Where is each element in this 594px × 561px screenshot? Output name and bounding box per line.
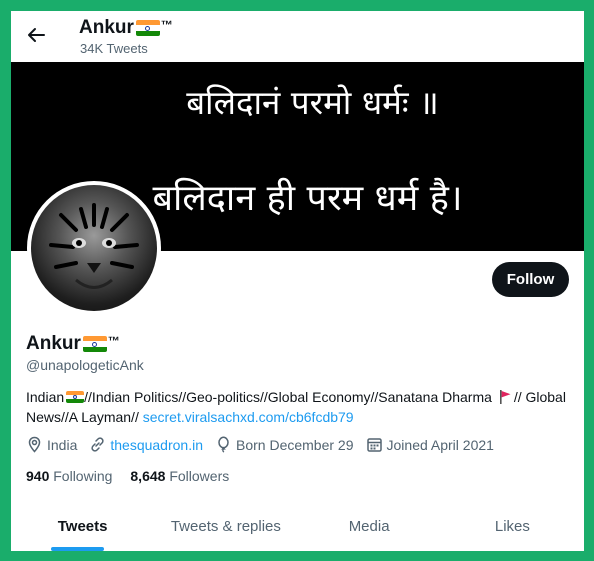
- profile-handle: @unapologeticAnk: [26, 357, 144, 373]
- following-stat[interactable]: 940 Following: [26, 468, 112, 484]
- tab-tweets[interactable]: Tweets: [11, 511, 154, 551]
- profile-tabs: Tweets Tweets & replies Media Likes: [11, 511, 584, 551]
- followers-label: Followers: [169, 468, 230, 484]
- tab-likes[interactable]: Likes: [441, 511, 584, 551]
- joined-text: Joined April 2021: [386, 436, 494, 453]
- tab-tweets-replies[interactable]: Tweets & replies: [154, 511, 297, 551]
- profile-bio: Indian //Indian Politics//Geo-politics//G…: [26, 387, 571, 427]
- following-label: Following: [53, 468, 113, 484]
- trademark-symbol: ™: [160, 18, 173, 32]
- profile-name-text: Ankur: [26, 333, 81, 354]
- birthday-item: Born December 29: [215, 436, 354, 453]
- active-tab-indicator: [51, 547, 104, 551]
- follow-button[interactable]: Follow: [492, 262, 569, 297]
- banner-text-line1: बलिदानं परमो धर्मः ॥: [186, 83, 439, 122]
- tweet-count: 34K Tweets: [80, 41, 148, 56]
- tiger-face-icon: [49, 203, 139, 289]
- top-bar: Ankur ™ 34K Tweets: [11, 11, 584, 62]
- location-text: India: [47, 436, 78, 453]
- born-text: Born December 29: [236, 436, 354, 453]
- arrow-left-icon: [28, 28, 45, 42]
- red-flag-icon: [499, 389, 511, 404]
- india-flag-icon: [66, 391, 85, 403]
- profile-name: Ankur ™: [26, 333, 120, 355]
- joined-item: Joined April 2021: [366, 436, 494, 453]
- map-pin-icon: [28, 436, 41, 453]
- profile-page: Ankur ™ 34K Tweets बलिदानं परमो धर्मः ॥ …: [11, 11, 584, 551]
- tiger-avatar-image: [31, 185, 157, 311]
- avatar[interactable]: [27, 181, 161, 315]
- website-item[interactable]: thesquadron.in: [89, 436, 203, 453]
- trademark-symbol: ™: [107, 334, 120, 348]
- calendar-icon: [366, 438, 382, 452]
- tab-media[interactable]: Media: [298, 511, 441, 551]
- link-icon: [91, 437, 105, 452]
- bio-text-1: Indian: [26, 389, 65, 405]
- india-flag-icon: [135, 20, 160, 36]
- location-item: India: [26, 436, 77, 453]
- balloon-icon: [218, 436, 229, 453]
- website-link[interactable]: thesquadron.in: [110, 437, 203, 453]
- header-title: Ankur ™: [79, 17, 173, 39]
- following-count: 940: [26, 468, 50, 484]
- profile-meta: India thesquadron.in Born December 29 Jo…: [26, 436, 506, 453]
- back-button[interactable]: [25, 24, 47, 46]
- header-name: Ankur: [79, 17, 134, 38]
- follow-stats: 940 Following 8,648 Followers: [26, 468, 247, 484]
- bio-text-2: //Indian Politics//Geo-politics//Global …: [84, 389, 496, 405]
- bio-link[interactable]: secret.viralsachxd.com/cb6fcdb79: [143, 409, 354, 425]
- india-flag-icon: [82, 336, 107, 352]
- followers-stat[interactable]: 8,648 Followers: [130, 468, 229, 484]
- followers-count: 8,648: [130, 468, 166, 484]
